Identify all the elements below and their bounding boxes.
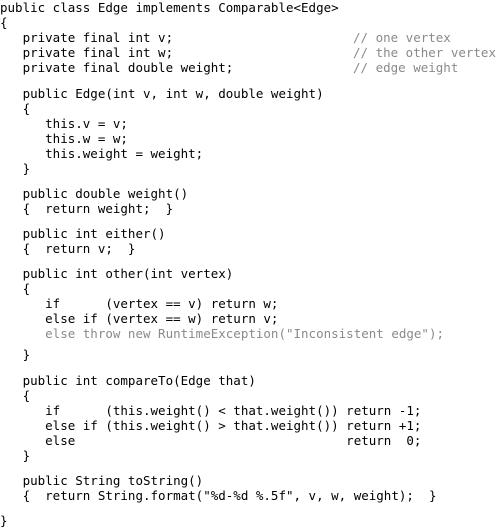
code-line: } <box>0 347 31 362</box>
code-line: else if (this.weight() > that.weight()) … <box>0 418 422 433</box>
code-line: } <box>0 448 31 463</box>
code-line: { <box>0 388 31 403</box>
code-line: { return v; } <box>0 241 136 256</box>
code-comment: // edge weight <box>353 60 459 75</box>
code-line: private final int v; <box>0 30 174 45</box>
code-line: public String toString() <box>0 473 204 488</box>
code-line: public int either() <box>0 226 166 241</box>
code-line: { <box>0 101 31 116</box>
code-line: this.weight = weight; <box>0 146 204 161</box>
code-line: public class Edge implements Comparable<… <box>0 0 339 15</box>
code-line: private final int w; <box>0 45 174 60</box>
code-line: public double weight() <box>0 186 189 201</box>
code-comment: // the other vertex <box>353 45 496 60</box>
code-listing: public class Edge implements Comparable<… <box>0 0 500 530</box>
code-comment: else throw new RuntimeException("Inconsi… <box>0 326 445 341</box>
code-line: this.v = v; <box>0 116 128 131</box>
code-line: } <box>0 161 31 176</box>
code-line: { return weight; } <box>0 201 174 216</box>
code-line: public int other(int vertex) <box>0 266 234 281</box>
code-line: public Edge(int v, int w, double weight) <box>0 86 324 101</box>
code-line: private final double weight; <box>0 60 234 75</box>
code-line: if (vertex == v) return w; <box>0 296 279 311</box>
code-line: { return String.format("%d-%d %.5f", v, … <box>0 488 437 503</box>
code-comment: // one vertex <box>353 30 451 45</box>
code-line: public int compareTo(Edge that) <box>0 373 256 388</box>
code-line: } <box>0 513 8 528</box>
code-line: { <box>0 281 31 296</box>
code-line: if (this.weight() < that.weight()) retur… <box>0 403 422 418</box>
code-line: this.w = w; <box>0 131 128 146</box>
code-line: else if (vertex == w) return v; <box>0 311 279 326</box>
code-line: { <box>0 15 8 30</box>
code-line: else return 0; <box>0 433 422 448</box>
